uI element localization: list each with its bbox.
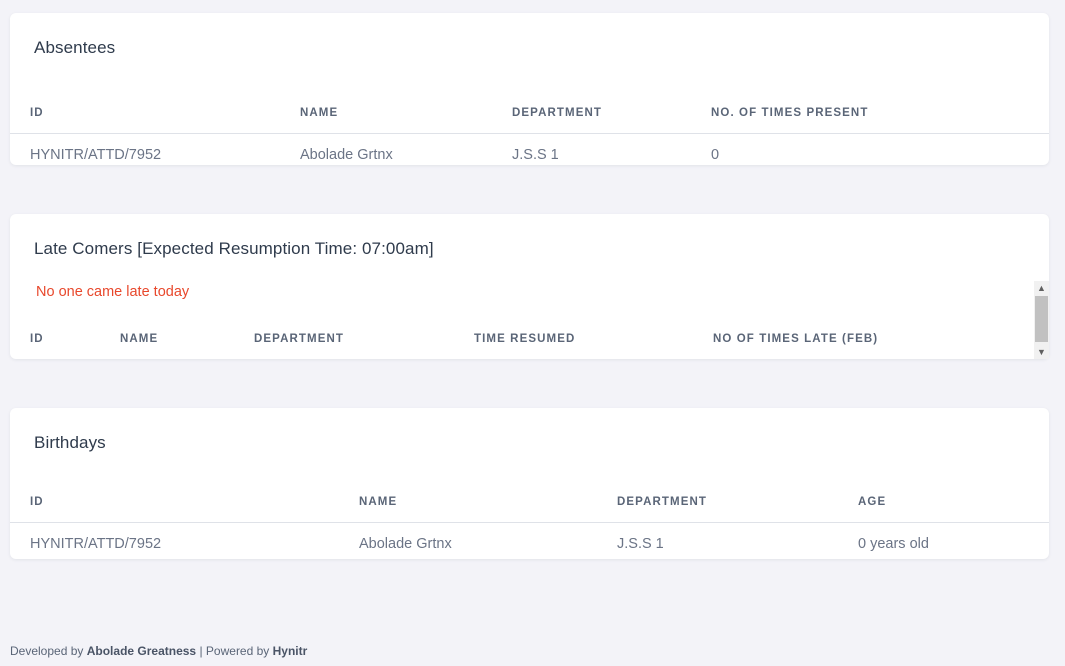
birthdays-table: ID NAME DEPARTMENT AGE HYNITR/ATTD/7952 … [10, 482, 1049, 566]
late-col-name: NAME [120, 333, 159, 345]
birthday-department: J.S.S 1 [617, 536, 664, 553]
absentees-col-times-present: NO. OF TIMES PRESENT [691, 93, 1049, 134]
birthday-age: 0 years old [858, 536, 929, 553]
late-col-id: ID [30, 333, 44, 345]
late-col-department: DEPARTMENT [254, 333, 345, 345]
footer-developer-name: Abolade Greatness [86, 644, 197, 658]
absentee-department: J.S.S 1 [512, 147, 559, 164]
absentees-col-name: NAME [280, 93, 492, 134]
table-row: HYNITR/ATTD/7952 Abolade Grtnx J.S.S 1 0 [10, 133, 1049, 177]
absentees-title: Absentees [34, 38, 116, 57]
birthdays-title: Birthdays [34, 433, 106, 452]
late-comers-scrollbar[interactable]: ▲ ▼ [1034, 281, 1049, 359]
footer-powered-prefix: Powered by [205, 644, 270, 658]
absentee-times-present: 0 [711, 147, 720, 164]
late-comers-header-row: ID NAME DEPARTMENT TIME RESUMED NO OF TI… [10, 319, 1049, 359]
absentee-id: HYNITR/ATTD/7952 [30, 147, 162, 164]
late-comers-table: ID NAME DEPARTMENT TIME RESUMED NO OF TI… [10, 319, 1049, 359]
scrollbar-thumb[interactable] [1035, 296, 1048, 342]
absentees-header-row: ID NAME DEPARTMENT NO. OF TIMES PRESENT [10, 93, 1049, 134]
scroll-up-icon[interactable]: ▲ [1034, 281, 1049, 295]
absentees-card: Absentees ID NAME DEPARTMENT NO. OF TIME… [10, 13, 1049, 165]
footer-developed-prefix: Developed by [10, 644, 84, 658]
footer-separator: | [199, 644, 203, 658]
late-col-times-late: NO OF TIMES LATE (FEB) [713, 333, 879, 345]
table-row: HYNITR/ATTD/7952 Abolade Grtnx J.S.S 1 0… [10, 522, 1049, 566]
late-comers-title: Late Comers [Expected Resumption Time: 0… [34, 239, 434, 258]
late-col-time-resumed: TIME RESUMED [474, 333, 576, 345]
birthdays-card: Birthdays ID NAME DEPARTMENT AGE HYNITR/… [10, 408, 1049, 559]
birthdays-col-age: AGE [838, 482, 1049, 523]
birthdays-col-id: ID [10, 482, 339, 523]
dashboard-page: Absentees ID NAME DEPARTMENT NO. OF TIME… [0, 0, 1065, 666]
footer-powered-by: Hynitr [272, 644, 308, 658]
absentee-name: Abolade Grtnx [300, 147, 393, 164]
birthdays-col-name: NAME [339, 482, 597, 523]
absentees-col-department: DEPARTMENT [492, 93, 691, 134]
footer: Developed by Abolade Greatness | Powered… [10, 644, 307, 658]
birthdays-header-row: ID NAME DEPARTMENT AGE [10, 482, 1049, 523]
absentees-table: ID NAME DEPARTMENT NO. OF TIMES PRESENT … [10, 93, 1049, 177]
late-comers-card: Late Comers [Expected Resumption Time: 0… [10, 214, 1049, 359]
birthday-id: HYNITR/ATTD/7952 [30, 536, 162, 553]
birthdays-col-department: DEPARTMENT [597, 482, 838, 523]
absentees-col-id: ID [10, 93, 280, 134]
birthday-name: Abolade Grtnx [359, 536, 452, 553]
scroll-down-icon[interactable]: ▼ [1034, 345, 1049, 359]
late-comers-empty-message: No one came late today [36, 284, 190, 300]
